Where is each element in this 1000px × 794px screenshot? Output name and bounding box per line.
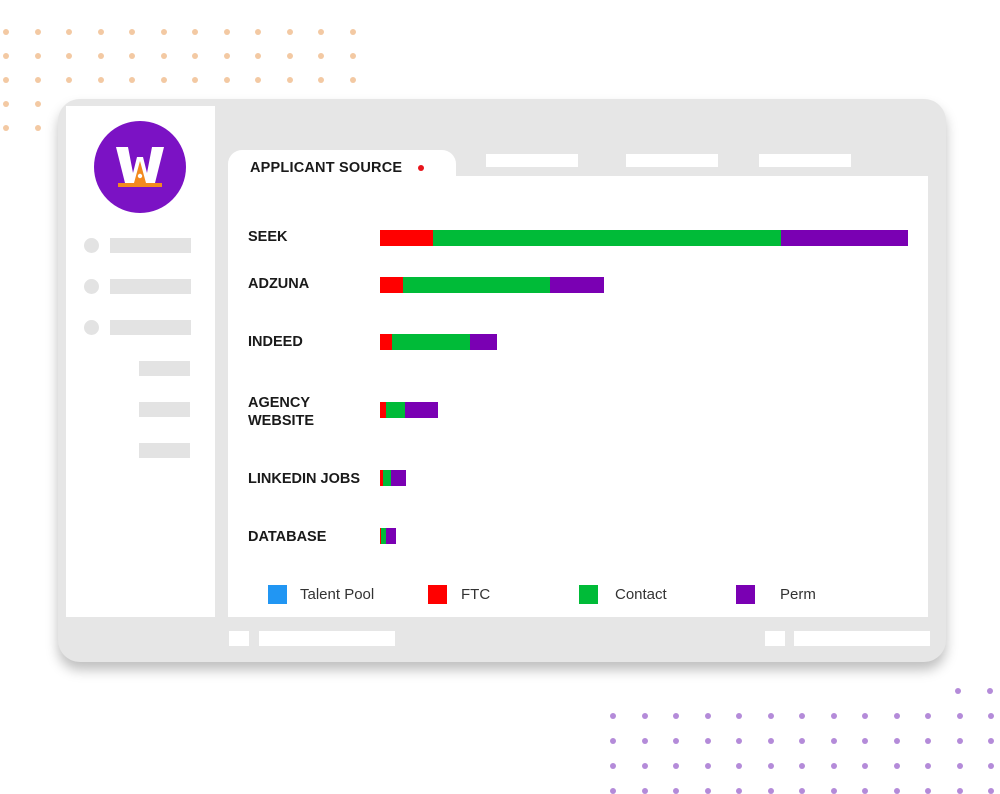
bar-segment-ftc[interactable] [380, 277, 403, 293]
bar-segment-contact[interactable] [386, 402, 405, 418]
legend-label: Talent Pool [300, 586, 375, 603]
bar-segment-perm[interactable] [405, 402, 438, 418]
bar-segment-ftc[interactable] [380, 402, 386, 418]
legend-swatch [268, 585, 287, 604]
bar-segment-ftc[interactable] [380, 470, 383, 486]
legend-label: Contact [615, 586, 667, 603]
bar-segment-perm[interactable] [386, 528, 396, 544]
bar-segment-ftc[interactable] [380, 334, 392, 350]
bar-segment-contact[interactable] [392, 334, 470, 350]
bar-segment-perm[interactable] [781, 230, 908, 246]
legend-label: FTC [461, 586, 491, 603]
bar-segment-contact[interactable] [383, 470, 391, 486]
footer-button-placeholder[interactable] [765, 631, 785, 646]
bar-segment-contact[interactable] [433, 230, 781, 246]
legend-swatch [736, 585, 755, 604]
bar-segment-contact[interactable] [403, 277, 550, 293]
footer-text-placeholder [794, 631, 930, 646]
legend-label: Perm [780, 586, 816, 603]
bar-segment-perm[interactable] [470, 334, 497, 350]
bar-segment-ftc[interactable] [380, 528, 381, 544]
bar-segment-perm[interactable] [391, 470, 406, 486]
legend-swatch [579, 585, 598, 604]
footer-checkbox-placeholder[interactable] [229, 631, 249, 646]
stacked-bar-chart [380, 230, 908, 544]
bar-segment-perm[interactable] [550, 277, 604, 293]
legend-swatch [428, 585, 447, 604]
footer-text-placeholder [259, 631, 395, 646]
bar-segment-contact[interactable] [381, 528, 386, 544]
bar-segment-ftc[interactable] [380, 230, 433, 246]
